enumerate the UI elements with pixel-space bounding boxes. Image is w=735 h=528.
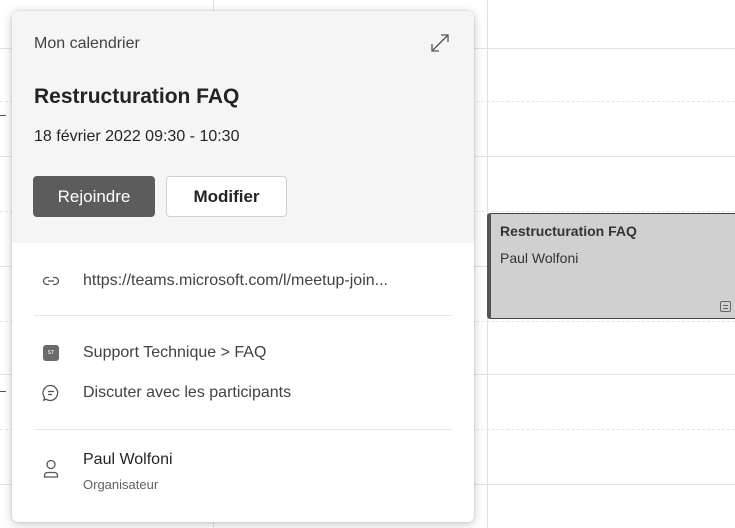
organizer-info: Paul Wolfoni Organisateur (83, 451, 173, 492)
team-avatar-icon: ST (43, 345, 59, 361)
event-details-popup: Mon calendrier Restructuration FAQ 18 fé… (12, 11, 474, 522)
notes-icon (720, 301, 731, 312)
organizer-name[interactable]: Paul Wolfoni (83, 451, 173, 469)
chat-row[interactable]: Discuter avec les participants (40, 382, 291, 404)
edit-button[interactable]: Modifier (166, 176, 287, 217)
meeting-link[interactable]: https://teams.microsoft.com/l/meetup-joi… (83, 272, 388, 290)
popup-header: Mon calendrier Restructuration FAQ 18 fé… (12, 11, 474, 243)
event-title: Restructuration FAQ (34, 85, 240, 108)
expand-button[interactable] (428, 31, 452, 55)
divider (34, 315, 452, 316)
time-tick (0, 391, 6, 392)
link-icon (40, 270, 62, 292)
calendar-name: Mon calendrier (34, 35, 140, 52)
channel-link[interactable]: Support Technique > FAQ (83, 344, 266, 362)
expand-icon (431, 34, 449, 52)
time-tick (0, 115, 6, 116)
meeting-link-row[interactable]: https://teams.microsoft.com/l/meetup-joi… (40, 270, 388, 292)
join-button[interactable]: Rejoindre (33, 176, 155, 217)
chat-with-participants[interactable]: Discuter avec les participants (83, 384, 291, 402)
channel-row[interactable]: ST Support Technique > FAQ (40, 342, 266, 364)
event-organizer: Paul Wolfoni (500, 250, 579, 266)
divider (34, 429, 452, 430)
chat-icon (40, 382, 62, 404)
event-title: Restructuration FAQ (500, 223, 637, 239)
organizer-row[interactable]: Paul Wolfoni Organisateur (40, 451, 173, 492)
event-datetime: 18 février 2022 09:30 - 10:30 (34, 128, 240, 145)
calendar-event[interactable]: Restructuration FAQ Paul Wolfoni (487, 213, 735, 319)
team-icon-wrap: ST (40, 342, 62, 364)
organizer-role: Organisateur (83, 477, 159, 492)
person-icon (40, 458, 62, 480)
